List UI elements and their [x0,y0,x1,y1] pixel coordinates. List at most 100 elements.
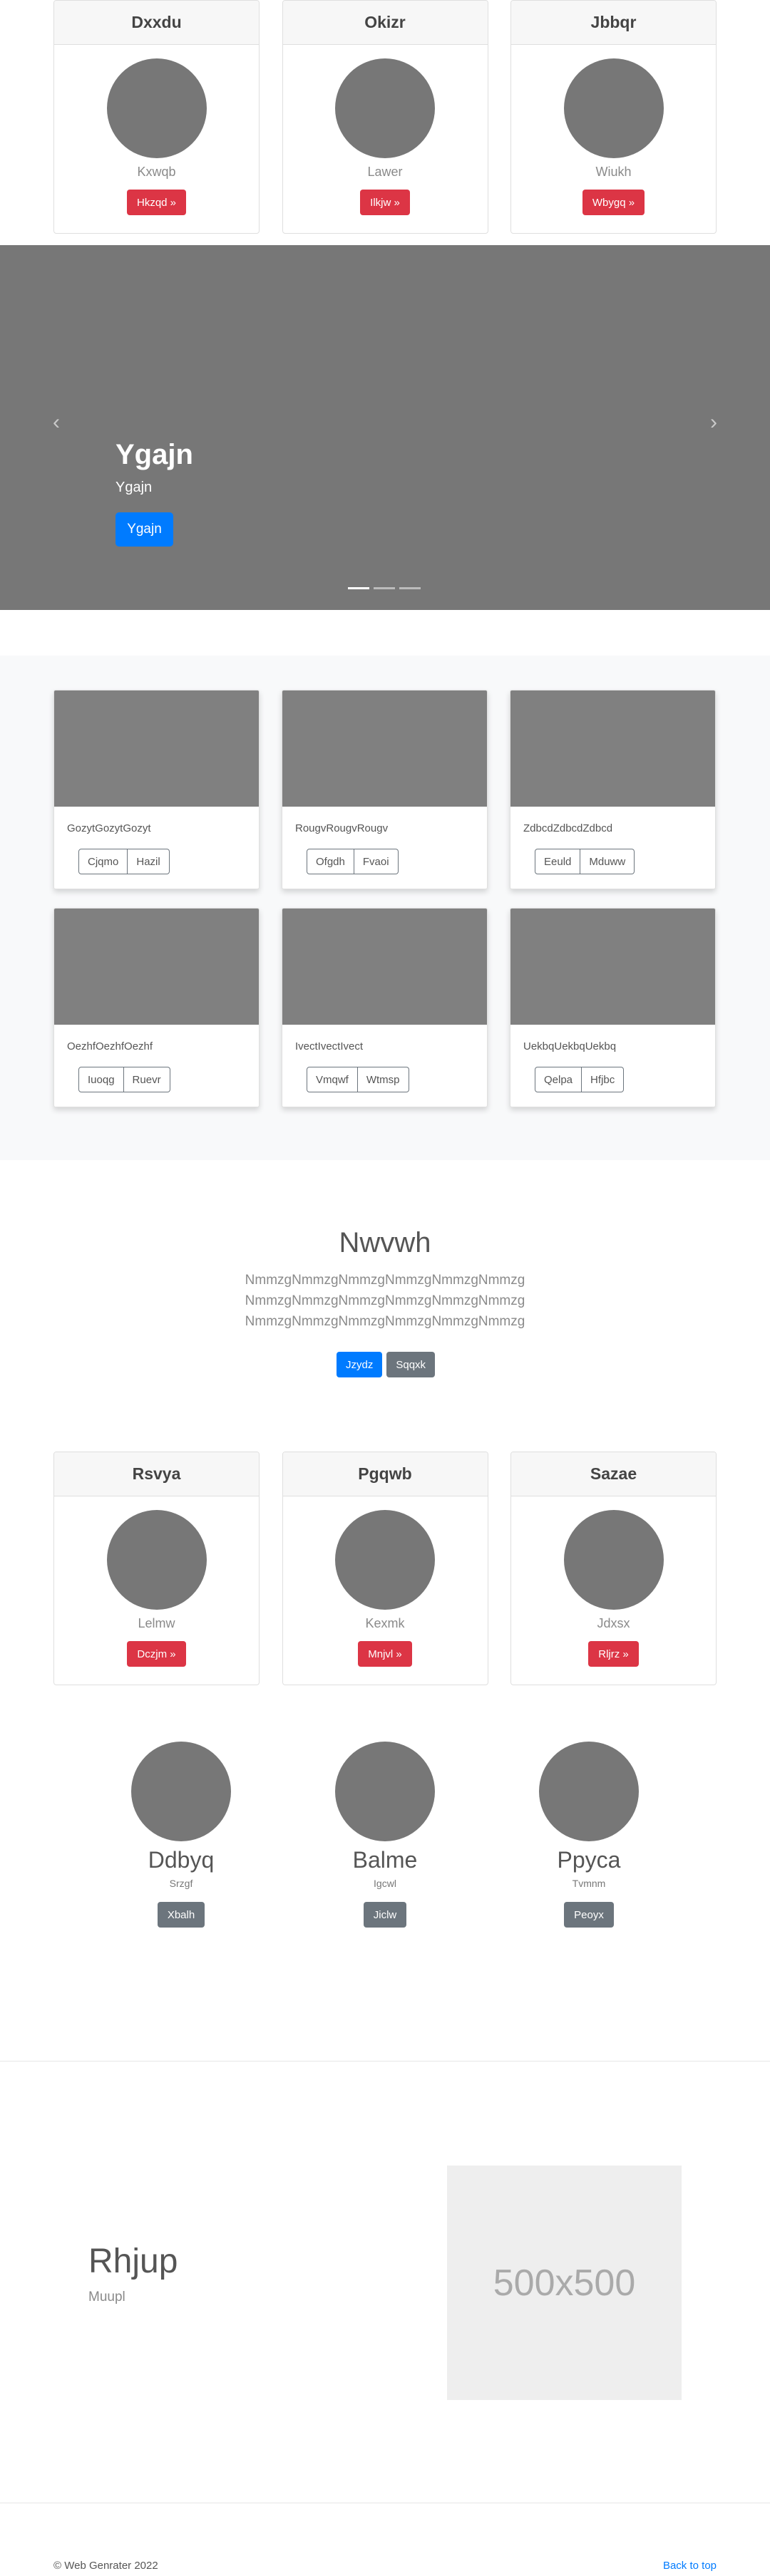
card-image [54,690,259,807]
card-title: Okizr [282,1,488,45]
card-title: Pgqwb [282,1452,488,1496]
card-subtitle: Jdxsx [597,1616,630,1630]
profile-card: Sazae Jdxsx Rljrz » [510,1452,717,1685]
card-button-2[interactable]: Hazil [128,849,170,874]
card-subtitle: Wiukh [595,165,632,179]
card-subtitle: Lawer [367,165,403,179]
profile-card: Jbbqr Wiukh Wbygq » [510,0,717,234]
carousel-prev-icon[interactable]: ‹ [47,412,66,433]
card-action-button[interactable]: Rljrz » [588,1641,639,1667]
carousel-title: Ygajn [115,439,193,470]
avatar [106,1510,207,1610]
card-image [282,909,487,1025]
feature-image [539,1742,639,1841]
card-button-2[interactable]: Ruevr [123,1067,170,1092]
album-card: OezhfOezhfOezhf Iuoqg Ruevr [53,908,260,1107]
feature-button[interactable]: Xbalh [157,1902,205,1928]
profile-card: Dxxdu Kxwqb Hkzqd » [53,0,260,234]
card-text: IvectIvectIvect [295,1040,364,1052]
album-card: GozytGozytGozyt Cjqmo Hazil [53,690,260,889]
top-card-row: Dxxdu Kxwqb Hkzqd » Okizr Lawer Ilkjw » … [53,0,717,234]
album-card: RougvRougvRougv Ofgdh Fvaoi [282,690,488,889]
card-action-button[interactable]: Hkzqd » [126,190,187,215]
section-heading: Nwvwh [339,1227,431,1258]
card-button-1[interactable]: Eeuld [535,849,581,874]
placeholder-image: 500x500 [447,2166,682,2400]
avatar [106,58,207,158]
card-button-2[interactable]: Mduww [580,849,635,874]
carousel-button[interactable]: Ygajn [115,512,173,547]
feature-column: Ddbyq Srzgf Xbalh [110,1742,252,1928]
profile-card: Rsvya Lelmw Dczjm » [53,1452,260,1685]
feature-image [335,1742,435,1841]
carousel-indicator[interactable] [348,587,369,589]
card-button-1[interactable]: Cjqmo [78,849,128,874]
card-text: RougvRougvRougv [295,822,389,834]
card-action-button[interactable]: Wbygq » [582,190,645,215]
card-image [510,909,715,1025]
card-text: UekbqUekbqUekbq [523,1040,617,1052]
section-buttons: Jzydz Sqqxk [337,1352,436,1377]
carousel-subtitle: Ygajn [115,480,153,495]
profile-card: Pgqwb Kexmk Mnjvl » [282,1452,488,1685]
lead-line: NmmzgNmmzgNmmzgNmmzgNmmzgNmmzg [245,1273,525,1288]
feature-column: Ppyca Tvmnm Peoyx [518,1742,660,1928]
secondary-button[interactable]: Sqqxk [386,1352,436,1377]
avatar [335,1510,435,1610]
carousel-indicator[interactable] [399,587,421,589]
card-image [54,909,259,1025]
carousel-next-icon[interactable]: › [704,412,723,433]
card-button-2[interactable]: Wtmsp [357,1067,409,1092]
card-action-button[interactable]: Dczjm » [127,1641,186,1667]
album-section: GozytGozytGozyt Cjqmo Hazil RougvRougvRo… [0,656,770,1160]
card-text: ZdbcdZdbcdZdbcd [523,822,613,834]
card-title: Dxxdu [54,1,259,45]
lead-line: NmmzgNmmzgNmmzgNmmzgNmmzgNmmzg [245,1314,525,1329]
card-subtitle: Kxwqb [137,165,176,179]
feature-heading: Ddbyq [148,1847,215,1873]
album-card: ZdbcdZdbcdZdbcd Eeuld Mduww [510,690,716,889]
feature-button[interactable]: Jiclw [363,1902,407,1928]
card-image [282,690,487,807]
primary-button[interactable]: Jzydz [337,1352,383,1377]
card-button-1[interactable]: Ofgdh [307,849,354,874]
lead-line: NmmzgNmmzgNmmzgNmmzgNmmzgNmmzg [245,1293,525,1308]
feature-heading: Balme [352,1847,418,1873]
feature-heading: Ppyca [557,1847,621,1873]
featurette-subheading: Muupl [88,2290,125,2305]
feature-button[interactable]: Peoyx [564,1902,614,1928]
card-action-button[interactable]: Mnjvl » [358,1641,412,1667]
feature-image [131,1742,231,1841]
carousel-indicator[interactable] [374,587,395,589]
card-title: Sazae [511,1452,716,1496]
back-to-top-link[interactable]: Back to top [663,2560,717,2572]
carousel-indicators [348,587,421,589]
card-image [510,690,715,807]
profile-card: Okizr Lawer Ilkjw » [282,0,488,234]
section-lead: NmmzgNmmzgNmmzgNmmzgNmmzgNmmzg NmmzgNmmz… [0,1270,770,1332]
feature-column: Balme Igcwl Jiclw [314,1742,456,1928]
feature-text: Igcwl [374,1878,396,1889]
card-button-1[interactable]: Vmqwf [307,1067,358,1092]
album-card: UekbqUekbqUekbq Qelpa Hfjbc [510,908,716,1107]
card-text: GozytGozytGozyt [67,822,151,834]
card-subtitle: Kexmk [365,1616,405,1630]
avatar [563,1510,664,1610]
middle-card-row: Rsvya Lelmw Dczjm » Pgqwb Kexmk Mnjvl » … [53,1452,717,1685]
card-title: Jbbqr [511,1,716,45]
card-button-2[interactable]: Fvaoi [354,849,399,874]
card-button-2[interactable]: Hfjbc [582,1067,625,1092]
avatar [563,58,664,158]
feature-text: Tvmnm [572,1878,606,1889]
footer-copyright: © Web Genrater 2022 [53,2560,158,2572]
avatar [335,58,435,158]
card-text: OezhfOezhfOezhf [67,1040,153,1052]
album-card: IvectIvectIvect Vmqwf Wtmsp [282,908,488,1107]
divider [0,2061,770,2062]
card-subtitle: Lelmw [138,1616,175,1630]
featurette-heading: Rhjup [88,2243,178,2280]
card-button-1[interactable]: Qelpa [535,1067,582,1092]
card-button-1[interactable]: Iuoqg [78,1067,124,1092]
card-title: Rsvya [54,1452,259,1496]
card-action-button[interactable]: Ilkjw » [360,190,410,215]
